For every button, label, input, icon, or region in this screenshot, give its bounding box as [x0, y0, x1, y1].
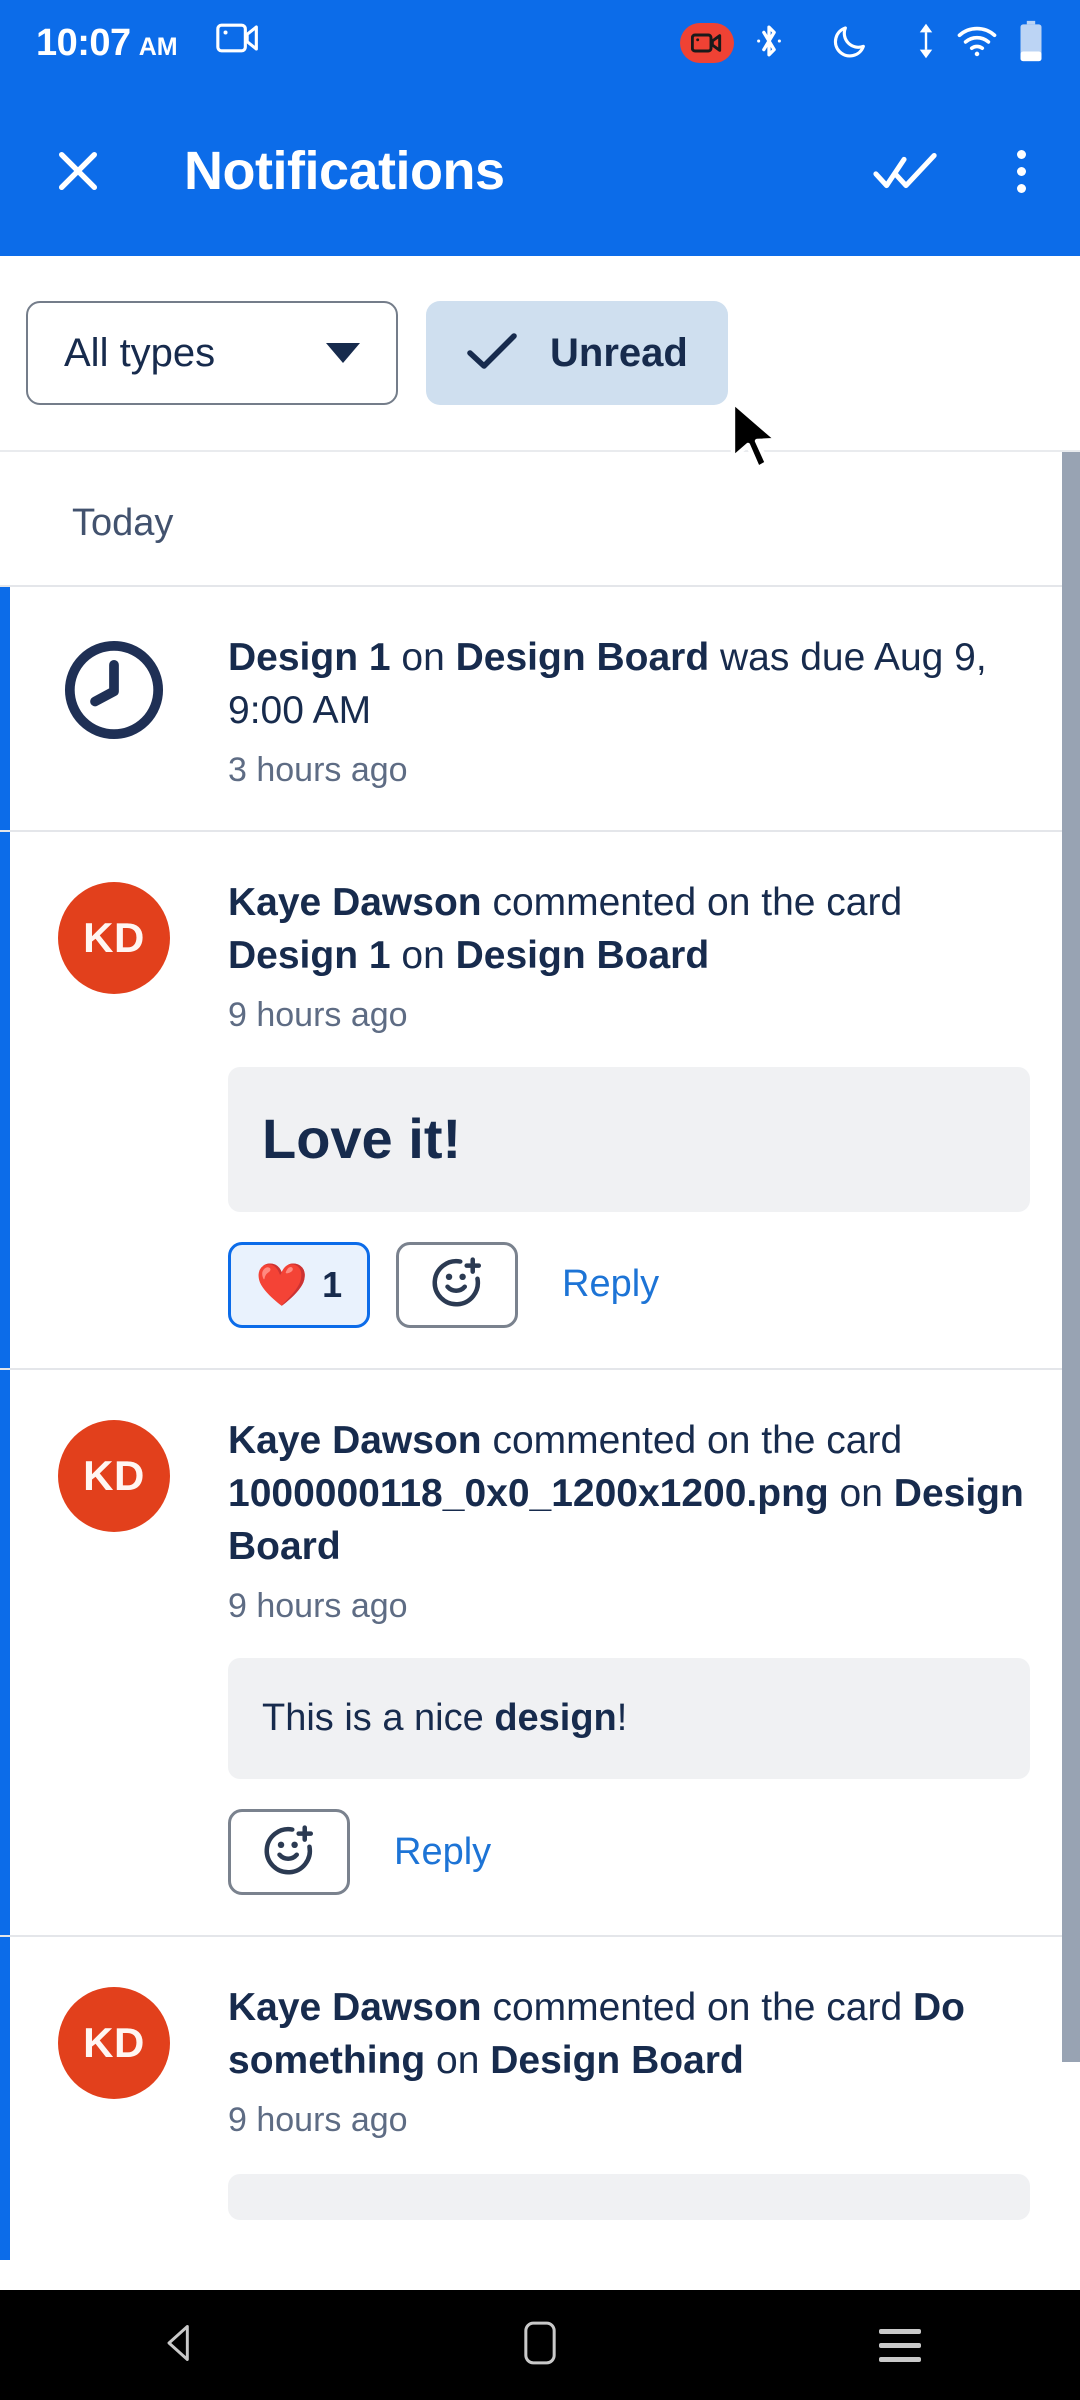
notification-list[interactable]: Today Design 1 on Design Board was due A… [0, 452, 1080, 2300]
smiley-plus-icon [429, 1254, 485, 1315]
notification-item[interactable]: KD Kaye Dawson commented on the card Desi… [0, 830, 1080, 1368]
notification-leading: KD [0, 1414, 228, 1895]
avatar: KD [58, 1419, 170, 1532]
check-icon [466, 331, 518, 376]
status-bar-left: 10:07 AM [36, 21, 260, 65]
type-filter-label: All types [64, 330, 216, 375]
notification-actions: Reply [228, 1809, 1030, 1895]
chevron-down-icon [326, 343, 360, 363]
type-filter-dropdown[interactable]: All types [26, 301, 398, 405]
overflow-menu-icon[interactable] [1003, 144, 1040, 199]
notification-actions: ❤️ 1 Reply [228, 1241, 1030, 1328]
status-bar: 10:07 AM [0, 0, 1080, 86]
app-bar: Notifications [0, 86, 1080, 256]
comment-bubble [228, 2174, 1030, 2221]
notification-item[interactable]: KD Kaye Dawson commented on the card 1000… [0, 1367, 1080, 1936]
heart-reaction-button[interactable]: ❤️ 1 [228, 1241, 370, 1328]
heart-icon: ❤️ [255, 1260, 309, 1308]
do-not-disturb-moon-icon [830, 21, 870, 66]
notification-body: Kaye Dawson commented on the card Design… [228, 876, 1050, 1328]
android-nav-bar [0, 2290, 1080, 2400]
clock-icon [61, 637, 167, 790]
reaction-count: 1 [322, 1263, 343, 1305]
notification-timestamp: 9 hours ago [228, 996, 408, 1035]
recents-lines-icon [879, 2328, 921, 2362]
nav-recents-button[interactable] [830, 2290, 970, 2400]
video-camera-icon [215, 21, 260, 60]
status-bar-right [680, 20, 1044, 67]
notification-timestamp: 9 hours ago [228, 2101, 408, 2140]
notification-text: Design 1 on Design Board was due Aug 9, … [228, 636, 987, 733]
reply-link[interactable]: Reply [394, 1831, 491, 1874]
notification-item[interactable]: Design 1 on Design Board was due Aug 9, … [0, 585, 1080, 831]
add-reaction-button[interactable] [396, 1241, 518, 1328]
status-clock-ampm: AM [138, 33, 178, 61]
notification-text: Kaye Dawson commented on the card Design… [228, 881, 903, 978]
status-clock: 10:07 [36, 22, 131, 64]
wifi-icon [956, 24, 998, 63]
unread-filter-label: Unread [550, 330, 688, 375]
notifications-screen: 10:07 AM Notifications All types Unread … [0, 0, 1080, 2400]
notification-leading [0, 631, 228, 790]
scrollbar-thumb[interactable] [1062, 452, 1080, 2062]
avatar: KD [58, 1987, 170, 2099]
notification-leading: KD [0, 1981, 228, 2220]
data-transfer-icon [916, 22, 936, 65]
bluetooth-icon [754, 22, 784, 65]
home-rect-icon [523, 2320, 557, 2371]
add-reaction-button[interactable] [228, 1809, 350, 1895]
filter-bar: All types Unread [0, 256, 1080, 452]
battery-icon [1018, 20, 1044, 67]
mark-all-read-icon[interactable] [865, 140, 947, 202]
nav-back-button[interactable] [110, 2290, 250, 2400]
notification-item[interactable]: KD Kaye Dawson commented on the card Do s… [0, 1935, 1080, 2261]
screen-record-icon [680, 23, 734, 63]
app-bar-actions [865, 140, 1040, 202]
notification-leading: KD [0, 876, 228, 1327]
comment-bubble: Love it! [228, 1067, 1030, 1212]
section-header-today: Today [72, 502, 174, 544]
comment-bubble: This is a nice design! [228, 1657, 1030, 1779]
nav-home-button[interactable] [470, 2290, 610, 2400]
notification-text: Kaye Dawson commented on the card Do som… [228, 1986, 966, 2083]
notification-items: Design 1 on Design Board was due Aug 9, … [0, 585, 1080, 2261]
notification-body: Kaye Dawson commented on the card Do som… [228, 1981, 1050, 2221]
unread-filter-chip[interactable]: Unread [426, 301, 728, 405]
notification-text: Kaye Dawson commented on the card 100000… [228, 1418, 1024, 1568]
notification-body: Design 1 on Design Board was due Aug 9, … [228, 631, 1050, 790]
page-title: Notifications [184, 141, 505, 201]
notification-timestamp: 9 hours ago [228, 1586, 408, 1625]
close-icon[interactable] [40, 133, 116, 209]
notification-timestamp: 3 hours ago [228, 751, 408, 790]
notification-body: Kaye Dawson commented on the card 100000… [228, 1414, 1050, 1895]
reply-link[interactable]: Reply [562, 1263, 659, 1306]
smiley-plus-icon [261, 1822, 317, 1883]
avatar: KD [58, 882, 170, 995]
back-triangle-icon [158, 2321, 202, 2370]
